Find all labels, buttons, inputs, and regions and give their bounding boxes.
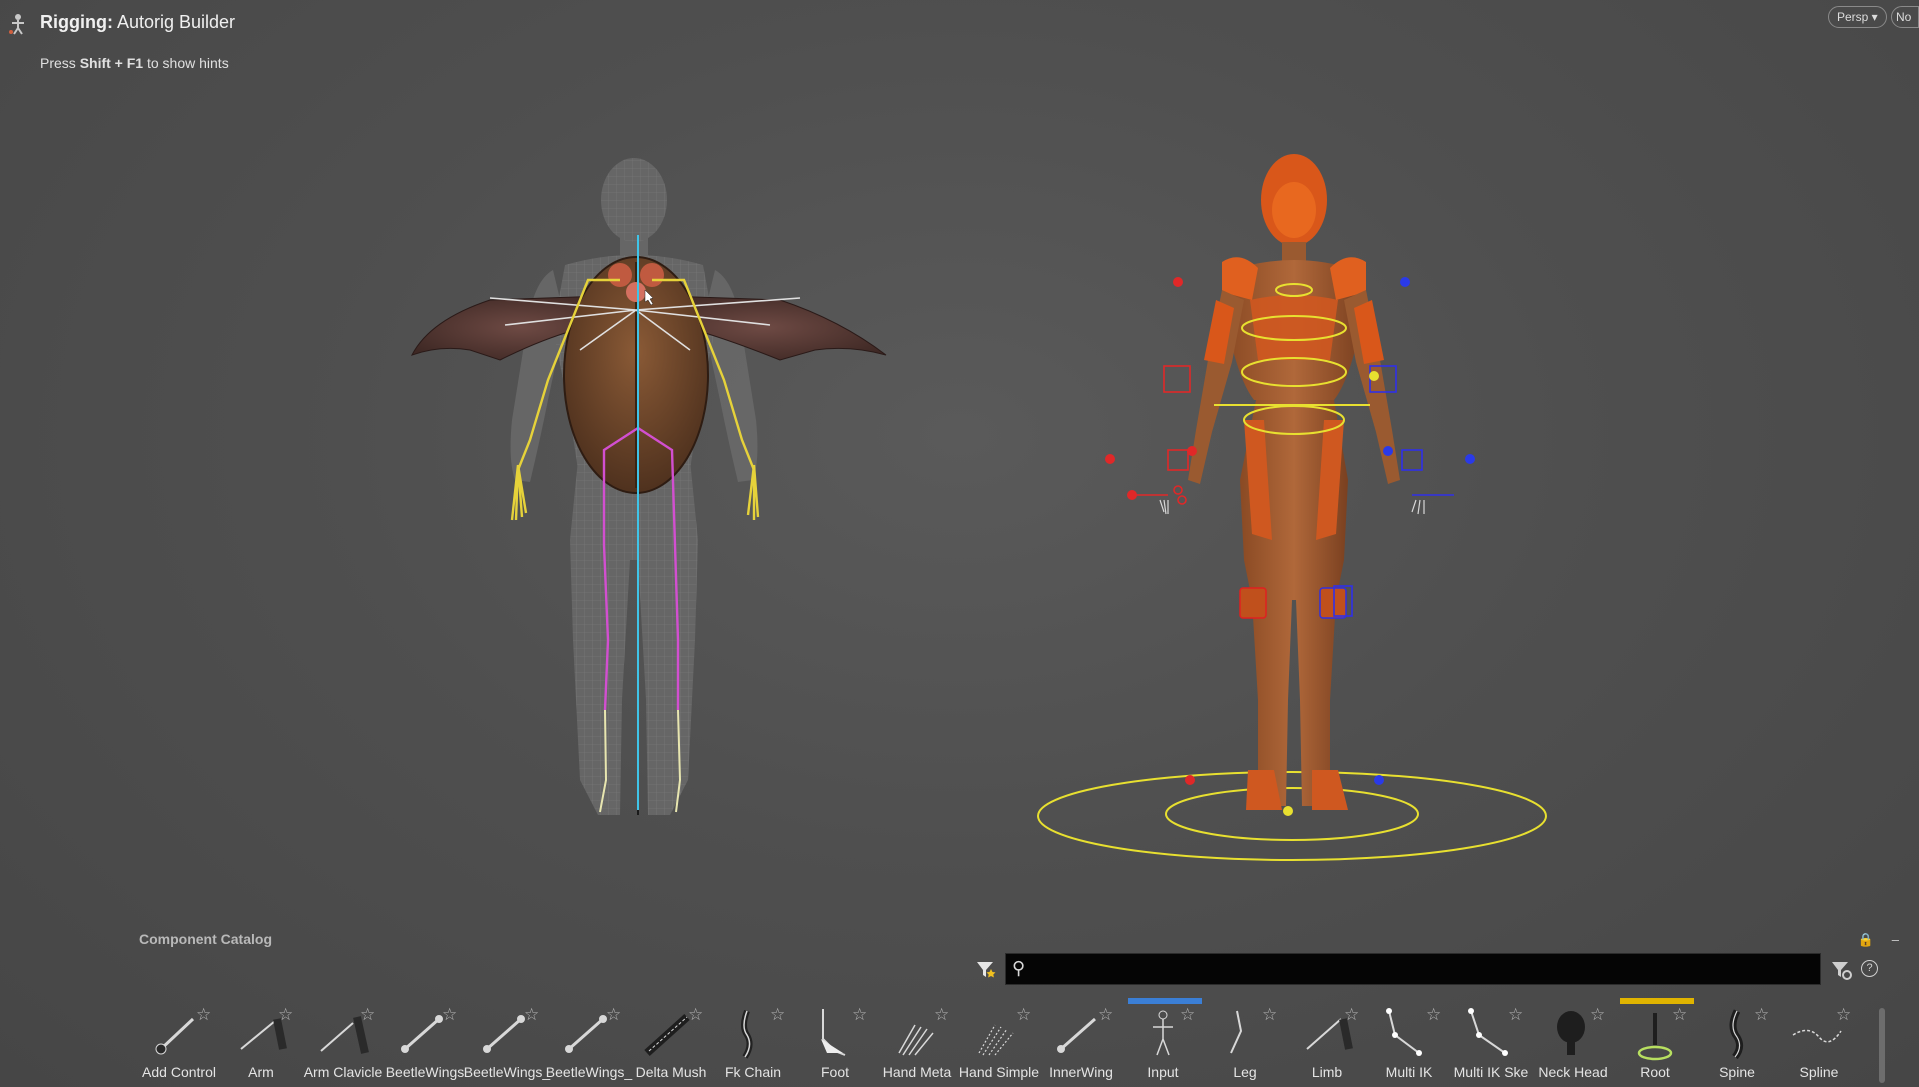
component-catalog-list: ☆ Add Control ☆ Arm ☆ Arm Clavicle ☆ BeetleWing… bbox=[140, 995, 1885, 1087]
title-mode: Rigging: bbox=[40, 12, 113, 32]
catalog-search-row: ⚲ ? bbox=[975, 953, 1885, 985]
rigging-app-icon[interactable] bbox=[6, 12, 30, 36]
category-color-bar bbox=[1128, 998, 1202, 1004]
catalog-item-label: Leg bbox=[1233, 1064, 1257, 1080]
catalog-item[interactable]: ☆ BeetleWings_ bbox=[464, 995, 550, 1085]
catalog-item[interactable]: ☆ BeetleWings bbox=[386, 995, 465, 1085]
catalog-item-label: Multi IK bbox=[1385, 1064, 1433, 1080]
catalog-item[interactable]: ☆ Multi IK Ske bbox=[1452, 995, 1530, 1085]
favorite-star-icon[interactable]: ☆ bbox=[1672, 1005, 1687, 1025]
favorite-star-icon[interactable]: ☆ bbox=[524, 1005, 539, 1025]
catalog-item[interactable]: ☆ Neck Head bbox=[1534, 995, 1612, 1085]
catalog-item-label: Spine bbox=[1719, 1064, 1755, 1080]
catalog-item[interactable]: ☆ Foot bbox=[796, 995, 874, 1085]
catalog-item-label: Multi IK Ske bbox=[1453, 1064, 1529, 1080]
title-tool: Autorig Builder bbox=[112, 12, 236, 32]
catalog-item-label: Limb bbox=[1311, 1064, 1343, 1080]
catalog-scrollbar[interactable] bbox=[1879, 1008, 1885, 1083]
catalog-item-label: Hand Meta bbox=[882, 1064, 952, 1080]
hint-suffix: to show hints bbox=[143, 55, 229, 71]
catalog-item[interactable]: ☆ Spine bbox=[1698, 995, 1776, 1085]
filter-favorites-icon[interactable] bbox=[975, 959, 997, 981]
catalog-item-label: Root bbox=[1640, 1064, 1670, 1080]
catalog-item[interactable]: ☆ Input bbox=[1124, 995, 1202, 1085]
favorite-star-icon[interactable]: ☆ bbox=[1344, 1005, 1359, 1025]
catalog-item[interactable]: ☆ Arm Clavicle bbox=[304, 995, 383, 1085]
3d-viewport[interactable] bbox=[0, 80, 1919, 910]
favorite-star-icon[interactable]: ☆ bbox=[1836, 1005, 1851, 1025]
favorite-star-icon[interactable]: ☆ bbox=[1590, 1005, 1605, 1025]
favorite-star-icon[interactable]: ☆ bbox=[770, 1005, 785, 1025]
favorite-star-icon[interactable]: ☆ bbox=[442, 1005, 457, 1025]
catalog-item-label: Delta Mush bbox=[635, 1064, 707, 1080]
catalog-item-label: Arm Clavicle bbox=[303, 1064, 383, 1080]
filter-settings-icon[interactable] bbox=[1830, 959, 1852, 986]
hint-text: Press Shift + F1 to show hints bbox=[40, 55, 229, 71]
search-icon: ⚲ bbox=[1012, 958, 1026, 978]
catalog-item[interactable]: ☆ Delta Mush bbox=[632, 995, 710, 1085]
catalog-item[interactable]: ☆ Spline bbox=[1780, 995, 1858, 1085]
catalog-item[interactable]: ☆ Arm bbox=[222, 995, 300, 1085]
catalog-item[interactable]: ☆ Multi IK bbox=[1370, 995, 1448, 1085]
favorite-star-icon[interactable]: ☆ bbox=[852, 1005, 867, 1025]
lock-icon[interactable]: 🔒 bbox=[1858, 932, 1874, 948]
favorite-star-icon[interactable]: ☆ bbox=[278, 1005, 293, 1025]
catalog-item-label: Spline bbox=[1799, 1064, 1839, 1080]
catalog-item-label: BeetleWings bbox=[385, 1064, 465, 1080]
favorite-star-icon[interactable]: ☆ bbox=[934, 1005, 949, 1025]
favorite-star-icon[interactable]: ☆ bbox=[1180, 1005, 1195, 1025]
display-options-button[interactable]: No bbox=[1891, 6, 1919, 28]
catalog-item-label: Add Control bbox=[142, 1064, 216, 1080]
favorite-star-icon[interactable]: ☆ bbox=[1508, 1005, 1523, 1025]
catalog-item[interactable]: ☆ BeetleWings_ bbox=[546, 995, 632, 1085]
catalog-item-label: Foot bbox=[820, 1064, 849, 1080]
catalog-item-label: Arm bbox=[248, 1064, 274, 1080]
page-title: Rigging: Autorig Builder bbox=[40, 12, 235, 33]
catalog-search-input[interactable] bbox=[1036, 956, 1810, 982]
catalog-item-label: Input bbox=[1147, 1064, 1179, 1080]
favorite-star-icon[interactable]: ☆ bbox=[1426, 1005, 1441, 1025]
component-catalog-title: Component Catalog bbox=[139, 931, 272, 947]
catalog-item[interactable]: ☆ Leg bbox=[1206, 995, 1284, 1085]
favorite-star-icon[interactable]: ☆ bbox=[688, 1005, 703, 1025]
catalog-item-label: Fk Chain bbox=[724, 1064, 782, 1080]
beetle-character-model[interactable] bbox=[410, 158, 887, 815]
catalog-item[interactable]: ☆ Fk Chain bbox=[714, 995, 792, 1085]
viewport-header: Rigging: Autorig Builder Press Shift + F… bbox=[0, 0, 1919, 80]
catalog-item[interactable]: ☆ InnerWing bbox=[1042, 995, 1120, 1085]
hint-keys: Shift + F1 bbox=[79, 55, 144, 71]
favorite-star-icon[interactable]: ☆ bbox=[1098, 1005, 1113, 1025]
minimize-icon[interactable]: – bbox=[1892, 932, 1899, 948]
catalog-item[interactable]: ☆ Root bbox=[1616, 995, 1694, 1085]
rigged-character-model[interactable] bbox=[1037, 154, 1547, 861]
category-color-bar bbox=[1620, 998, 1694, 1004]
catalog-search-box[interactable]: ⚲ bbox=[1005, 953, 1821, 985]
camera-persp-button[interactable]: Persp ▾ bbox=[1828, 6, 1887, 28]
favorite-star-icon[interactable]: ☆ bbox=[606, 1005, 621, 1025]
catalog-item-label: Neck Head bbox=[1538, 1064, 1608, 1080]
favorite-star-icon[interactable]: ☆ bbox=[360, 1005, 375, 1025]
catalog-window-controls: 🔒 – bbox=[1858, 932, 1899, 948]
favorite-star-icon[interactable]: ☆ bbox=[196, 1005, 211, 1025]
help-icon[interactable]: ? bbox=[1861, 960, 1878, 977]
favorite-star-icon[interactable]: ☆ bbox=[1016, 1005, 1031, 1025]
catalog-item-label: InnerWing bbox=[1049, 1064, 1113, 1080]
catalog-item-label: BeetleWings_ bbox=[545, 1064, 633, 1080]
catalog-item[interactable]: ☆ Hand Meta bbox=[878, 995, 956, 1085]
catalog-item-label: Hand Simple bbox=[958, 1064, 1040, 1080]
catalog-item-label: BeetleWings_ bbox=[463, 1064, 551, 1080]
hint-prefix: Press bbox=[40, 55, 80, 71]
catalog-item[interactable]: ☆ Add Control bbox=[140, 995, 218, 1085]
favorite-star-icon[interactable]: ☆ bbox=[1754, 1005, 1769, 1025]
catalog-item[interactable]: ☆ Hand Simple bbox=[959, 995, 1039, 1085]
favorite-star-icon[interactable]: ☆ bbox=[1262, 1005, 1277, 1025]
catalog-item[interactable]: ☆ Limb bbox=[1288, 995, 1366, 1085]
